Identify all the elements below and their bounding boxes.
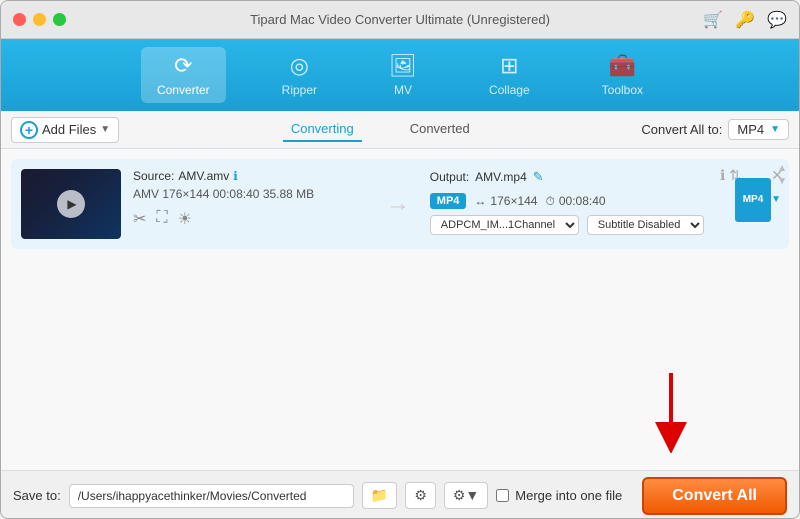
settings-button[interactable]: ⚙ — [405, 482, 436, 509]
nav-mv[interactable]: 🖼 MV — [373, 47, 433, 103]
add-files-dropdown-icon[interactable]: ▼ — [100, 124, 110, 135]
nav-toolbox[interactable]: 🧰 Toolbox — [586, 47, 659, 103]
save-path-input[interactable] — [69, 484, 354, 508]
bottom-bar: Save to: 📁 ⚙ ⚙▼ Merge into one file Conv… — [1, 470, 799, 519]
file-actions: ✂ ⛶ ☀ — [133, 209, 366, 229]
browse-folder-button[interactable]: 📁 — [362, 482, 397, 509]
format-thumb-label: MP4 — [743, 194, 764, 205]
play-button[interactable]: ▶ — [57, 190, 85, 218]
toolbar: + Add Files ▼ Converting Converted Conve… — [1, 111, 799, 149]
output-specs-row: MP4 ↔ 176×144 ⏱ 00:08:40 — [430, 193, 779, 209]
convert-all-to-label: Convert All to: — [641, 122, 722, 137]
format-dropdown-icon[interactable]: ▼ — [771, 194, 781, 205]
scroll-up-icon[interactable]: ▲ — [777, 163, 787, 174]
file-size-value: 35.88 MB — [263, 187, 314, 201]
converter-icon: ⟳ — [174, 53, 192, 79]
output-dropdowns: ADPCM_IM...1Channel Subtitle Disabled — [430, 215, 779, 235]
message-icon[interactable]: 💬 — [767, 10, 787, 30]
merge-label: Merge into one file — [515, 488, 622, 503]
output-duration-value: 00:08:40 — [559, 194, 606, 208]
nav-collage[interactable]: ⊞ Collage — [473, 47, 546, 103]
output-format-badge: MP4 — [430, 193, 467, 209]
output-edit-icon[interactable]: ✎ — [533, 169, 544, 185]
convert-all-to-value: MP4 — [737, 122, 764, 137]
convert-all-to-area: Convert All to: MP4 ▼ — [641, 119, 789, 140]
cart-icon[interactable]: 🛒 — [703, 10, 723, 30]
output-duration: ⏱ 00:08:40 — [545, 194, 605, 209]
trim-icon[interactable]: ✂ — [133, 209, 146, 229]
traffic-lights — [13, 13, 66, 26]
arrow-right-icon: → — [386, 190, 410, 218]
output-filename: AMV.mp4 — [475, 170, 527, 184]
nav-collage-label: Collage — [489, 83, 530, 97]
source-info-icon[interactable]: ℹ — [233, 169, 238, 183]
nav-bar: ⟳ Converter ◎ Ripper 🖼 MV ⊞ Collage 🧰 To… — [1, 39, 799, 111]
minimize-button[interactable] — [33, 13, 46, 26]
nav-ripper-label: Ripper — [282, 83, 317, 97]
nav-toolbox-label: Toolbox — [602, 83, 643, 97]
maximize-button[interactable] — [53, 13, 66, 26]
info-top-icon[interactable]: ℹ — [720, 167, 725, 184]
title-bar-icons: 🛒 🔑 💬 — [703, 10, 787, 30]
dropdown-arrow-icon: ▼ — [770, 124, 780, 135]
resize-icon: ↔ — [474, 194, 486, 208]
key-icon[interactable]: 🔑 — [735, 10, 755, 30]
extra-settings-button[interactable]: ⚙▼ — [444, 482, 488, 509]
file-row: ▶ Source: AMV.amv ℹ AMV 176×144 00:08:40… — [11, 159, 789, 249]
file-duration: 00:08:40 — [213, 187, 260, 201]
file-dimensions: 176×144 — [162, 187, 212, 201]
toolbar-tabs: Converting Converted — [119, 117, 641, 142]
format-thumbnail[interactable]: MP4 — [735, 178, 771, 222]
output-size-value: 176×144 — [490, 194, 537, 208]
add-files-button[interactable]: + Add Files ▼ — [11, 117, 119, 143]
nav-ripper[interactable]: ◎ Ripper — [266, 47, 333, 103]
merge-checkbox[interactable] — [496, 489, 509, 502]
title-bar: Tipard Mac Video Converter Ultimate (Unr… — [1, 1, 799, 39]
video-thumbnail[interactable]: ▶ — [21, 169, 121, 239]
ripper-icon: ◎ — [290, 53, 309, 79]
nav-converter[interactable]: ⟳ Converter — [141, 47, 226, 103]
crop-icon[interactable]: ⛶ — [156, 209, 167, 229]
clock-icon: ⏱ — [545, 194, 554, 209]
thumbnail-image: ▶ — [21, 169, 121, 239]
main-content: ▶ Source: AMV.amv ℹ AMV 176×144 00:08:40… — [1, 149, 799, 470]
add-files-label: Add Files — [42, 122, 96, 137]
file-meta: AMV 176×144 00:08:40 35.88 MB — [133, 187, 366, 201]
app-title: Tipard Mac Video Converter Ultimate (Unr… — [250, 12, 550, 27]
tab-converting[interactable]: Converting — [283, 117, 362, 142]
plus-circle-icon: + — [20, 121, 38, 139]
file-format: AMV — [133, 187, 159, 201]
effects-icon[interactable]: ☀ — [178, 209, 192, 229]
source-label: Source: — [133, 169, 174, 183]
nav-converter-label: Converter — [157, 83, 210, 97]
scroll-arrows: ▲ ▼ — [777, 163, 787, 187]
scroll-down-icon[interactable]: ▼ — [777, 176, 787, 187]
close-button[interactable] — [13, 13, 26, 26]
save-to-label: Save to: — [13, 488, 61, 503]
mv-icon: 🖼 — [389, 53, 417, 79]
output-dimensions: ↔ 176×144 — [474, 194, 537, 208]
nav-mv-label: MV — [394, 83, 412, 97]
output-label: Output: — [430, 170, 469, 184]
merge-checkbox-area: Merge into one file — [496, 488, 622, 503]
subtitle-dropdown[interactable]: Subtitle Disabled — [587, 215, 704, 235]
source-filename: AMV.amv — [178, 169, 229, 183]
source-info: Source: AMV.amv ℹ AMV 176×144 00:08:40 3… — [133, 169, 366, 229]
collage-icon: ⊞ — [500, 53, 518, 79]
audio-codec-dropdown[interactable]: ADPCM_IM...1Channel — [430, 215, 579, 235]
toolbox-icon: 🧰 — [609, 53, 636, 79]
source-row: Source: AMV.amv ℹ — [133, 169, 366, 183]
convert-all-to-dropdown[interactable]: MP4 ▼ — [728, 119, 789, 140]
tab-converted[interactable]: Converted — [402, 117, 478, 142]
convert-all-button[interactable]: Convert All — [642, 477, 787, 515]
format-thumb-area: MP4 ▼ — [771, 194, 781, 205]
